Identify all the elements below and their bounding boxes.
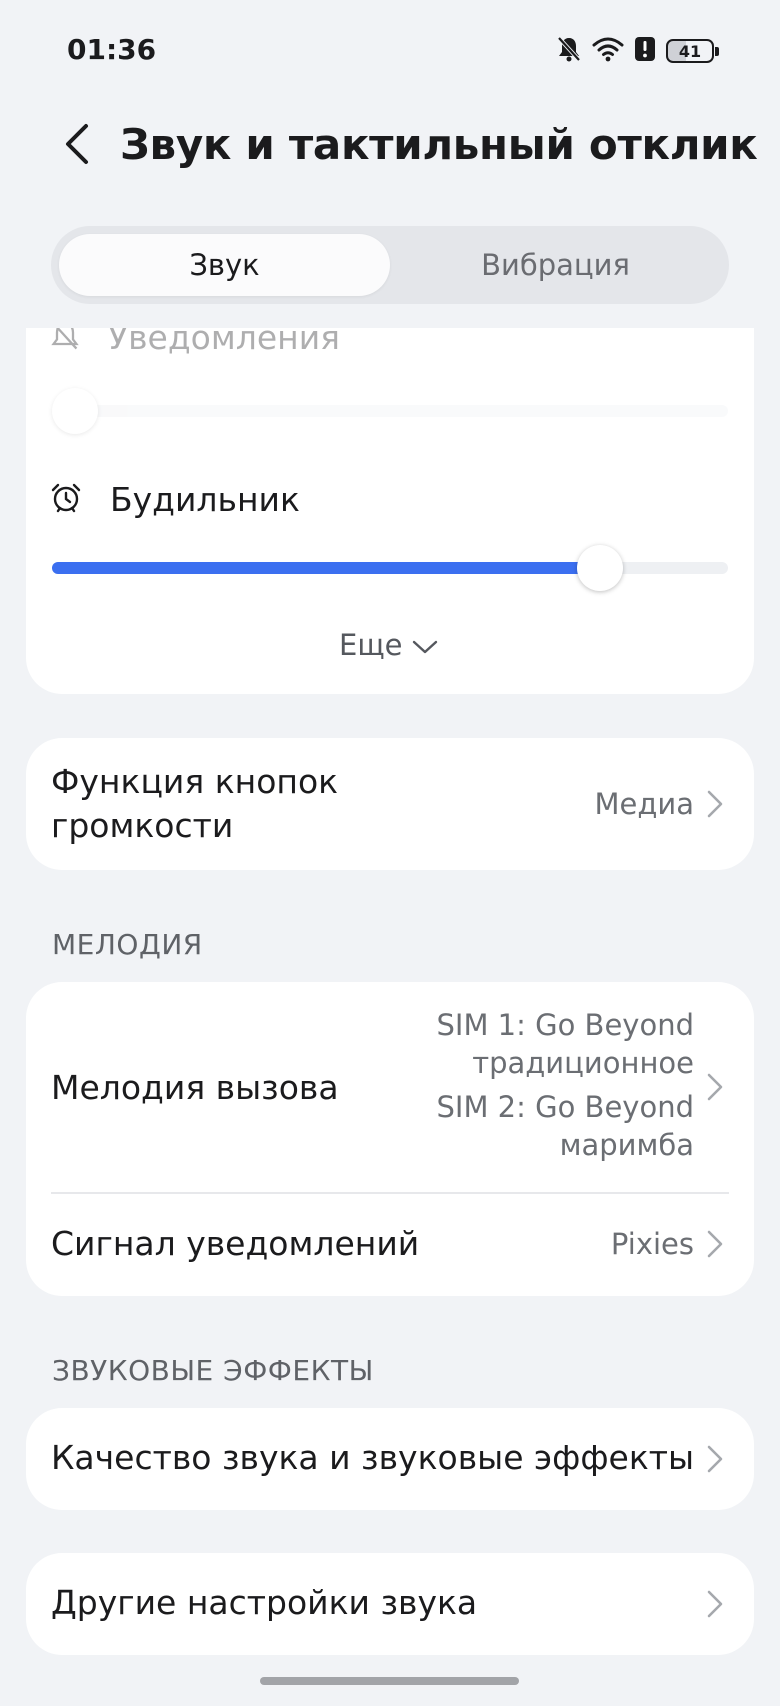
volume-buttons-title: Функция кнопок громкости — [51, 762, 339, 845]
more-button[interactable]: Еще — [339, 628, 438, 662]
melody-section-header: МЕЛОДИЯ — [52, 928, 203, 961]
tab-vibration[interactable]: Вибрация — [390, 234, 721, 296]
chevron-right-icon — [706, 1589, 724, 1623]
slider-track — [52, 405, 728, 417]
volume-buttons-function-row[interactable]: Функция кнопок громкости Медиа — [26, 738, 754, 870]
notification-sound-title: Сигнал уведомлений — [51, 1224, 420, 1263]
ringtone-sim1-line1: SIM 1: Go Beyond — [436, 1008, 694, 1042]
alarm-volume-label: Будильник — [110, 480, 300, 519]
ringtone-row[interactable]: Мелодия вызова SIM 1: Go Beyond традицио… — [26, 982, 754, 1192]
volume-card: Уведомления Будильник Еще — [26, 328, 754, 694]
chevron-right-icon — [706, 1444, 724, 1478]
notifications-volume-label: Уведомления — [108, 328, 341, 357]
slider-fill — [52, 562, 600, 574]
alarm-clock-icon — [50, 482, 82, 518]
melody-card: Мелодия вызова SIM 1: Go Beyond традицио… — [26, 982, 754, 1296]
slider-knob[interactable] — [576, 545, 623, 591]
back-button[interactable] — [55, 118, 99, 174]
tab-sound[interactable]: Звук — [59, 234, 390, 296]
bell-off-icon — [556, 35, 582, 67]
ringtone-values: SIM 1: Go Beyond традиционное SIM 2: Go … — [436, 1006, 694, 1164]
home-indicator[interactable] — [260, 1677, 519, 1685]
wifi-icon — [592, 36, 624, 66]
chevron-left-icon — [64, 123, 90, 169]
page-title: Звук и тактильный отклик — [120, 120, 758, 169]
slider-knob[interactable] — [52, 388, 98, 434]
chevron-right-icon — [706, 1229, 724, 1263]
sound-quality-row[interactable]: Качество звука и звуковые эффекты — [26, 1408, 754, 1510]
ringtone-sim1-line2: традиционное — [472, 1046, 694, 1080]
ringtone-title: Мелодия вызова — [51, 1068, 339, 1107]
more-label: Еще — [339, 628, 403, 662]
chevron-right-icon — [706, 1072, 724, 1106]
sound-quality-title: Качество звука и звуковые эффекты — [51, 1438, 695, 1477]
tab-switcher: Звук Вибрация — [51, 226, 729, 304]
notification-sound-value: Pixies — [610, 1227, 694, 1261]
battery-icon: 41 — [666, 39, 719, 63]
chevron-right-icon — [706, 789, 724, 823]
notification-sound-row[interactable]: Сигнал уведомлений Pixies — [26, 1194, 754, 1296]
bell-off-icon — [50, 328, 80, 356]
notifications-volume-slider[interactable] — [52, 386, 728, 436]
ringtone-sim2-line1: SIM 2: Go Beyond — [436, 1090, 694, 1124]
effects-section-header: ЗВУКОВЫЕ ЭФФЕКТЫ — [52, 1354, 374, 1387]
status-icons: 41 — [556, 35, 719, 67]
ringtone-sim2-line2: маримба — [559, 1128, 694, 1162]
status-time: 01:36 — [67, 33, 157, 66]
chevron-down-icon — [412, 628, 438, 662]
volume-buttons-value: Медиа — [594, 787, 694, 821]
other-sound-settings-title: Другие настройки звука — [51, 1583, 478, 1622]
battery-level: 41 — [678, 41, 702, 61]
notifications-volume-row: Уведомления — [50, 328, 340, 357]
alarm-volume-slider[interactable] — [52, 543, 728, 593]
alarm-volume-row: Будильник — [50, 480, 300, 519]
alert-icon — [634, 36, 656, 66]
other-sound-settings-row[interactable]: Другие настройки звука — [26, 1553, 754, 1655]
